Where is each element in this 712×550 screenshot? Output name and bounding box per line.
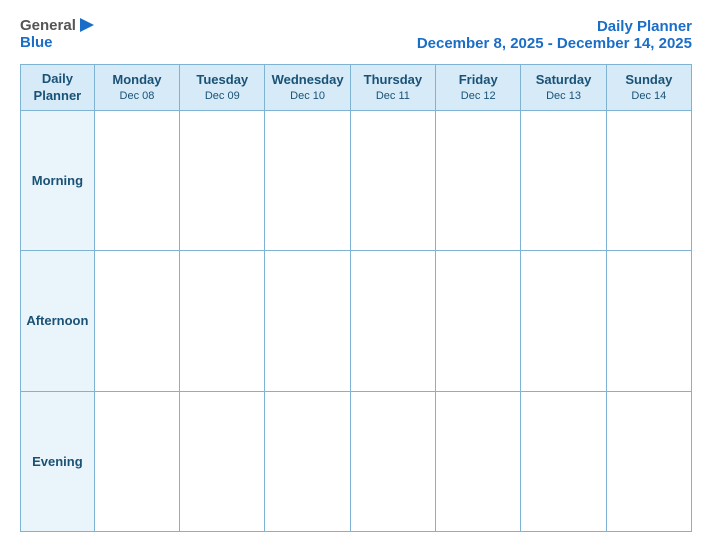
cell-afternoon-mon[interactable]	[94, 251, 179, 391]
cell-evening-wed[interactable]	[265, 391, 350, 531]
col-header-mon: Monday Dec 08	[94, 65, 179, 111]
col-header-thu: Thursday Dec 11	[350, 65, 435, 111]
page: General Blue Daily Planner December 8, 2…	[0, 0, 712, 550]
header: General Blue Daily Planner December 8, 2…	[20, 18, 692, 52]
cell-evening-mon[interactable]	[94, 391, 179, 531]
cell-morning-sat[interactable]	[521, 111, 606, 251]
cell-morning-wed[interactable]	[265, 111, 350, 251]
col-label-day2: Planner	[25, 88, 90, 105]
row-label-afternoon: Afternoon	[21, 251, 95, 391]
cell-evening-sun[interactable]	[606, 391, 691, 531]
col-header-fri: Friday Dec 12	[436, 65, 521, 111]
header-row: Daily Planner Monday Dec 08 Tuesday Dec …	[21, 65, 692, 111]
row-label-evening: Evening	[21, 391, 95, 531]
cell-morning-fri[interactable]	[436, 111, 521, 251]
cell-morning-tue[interactable]	[180, 111, 265, 251]
cell-afternoon-thu[interactable]	[350, 251, 435, 391]
cell-evening-sat[interactable]	[521, 391, 606, 531]
cell-morning-thu[interactable]	[350, 111, 435, 251]
col-header-tue: Tuesday Dec 09	[180, 65, 265, 111]
row-evening: Evening	[21, 391, 692, 531]
col-header-sat: Saturday Dec 13	[521, 65, 606, 111]
logo-flag-icon	[78, 18, 96, 34]
col-header-label: Daily Planner	[21, 65, 95, 111]
cell-evening-fri[interactable]	[436, 391, 521, 531]
cell-morning-sun[interactable]	[606, 111, 691, 251]
calendar-table: Daily Planner Monday Dec 08 Tuesday Dec …	[20, 64, 692, 532]
row-afternoon: Afternoon	[21, 251, 692, 391]
row-label-morning: Morning	[21, 111, 95, 251]
logo-area: General Blue	[20, 18, 96, 51]
cell-afternoon-fri[interactable]	[436, 251, 521, 391]
cell-afternoon-sun[interactable]	[606, 251, 691, 391]
planner-title: Daily Planner	[417, 18, 692, 35]
col-header-sun: Sunday Dec 14	[606, 65, 691, 111]
cell-afternoon-wed[interactable]	[265, 251, 350, 391]
col-header-wed: Wednesday Dec 10	[265, 65, 350, 111]
date-range: December 8, 2025 - December 14, 2025	[417, 35, 692, 52]
logo-general: General	[20, 18, 76, 35]
title-area: Daily Planner December 8, 2025 - Decembe…	[417, 18, 692, 52]
cell-afternoon-tue[interactable]	[180, 251, 265, 391]
cell-afternoon-sat[interactable]	[521, 251, 606, 391]
logo-blue: Blue	[20, 35, 53, 52]
row-morning: Morning	[21, 111, 692, 251]
col-label-day1: Daily	[25, 71, 90, 88]
cell-morning-mon[interactable]	[94, 111, 179, 251]
cell-evening-thu[interactable]	[350, 391, 435, 531]
cell-evening-tue[interactable]	[180, 391, 265, 531]
